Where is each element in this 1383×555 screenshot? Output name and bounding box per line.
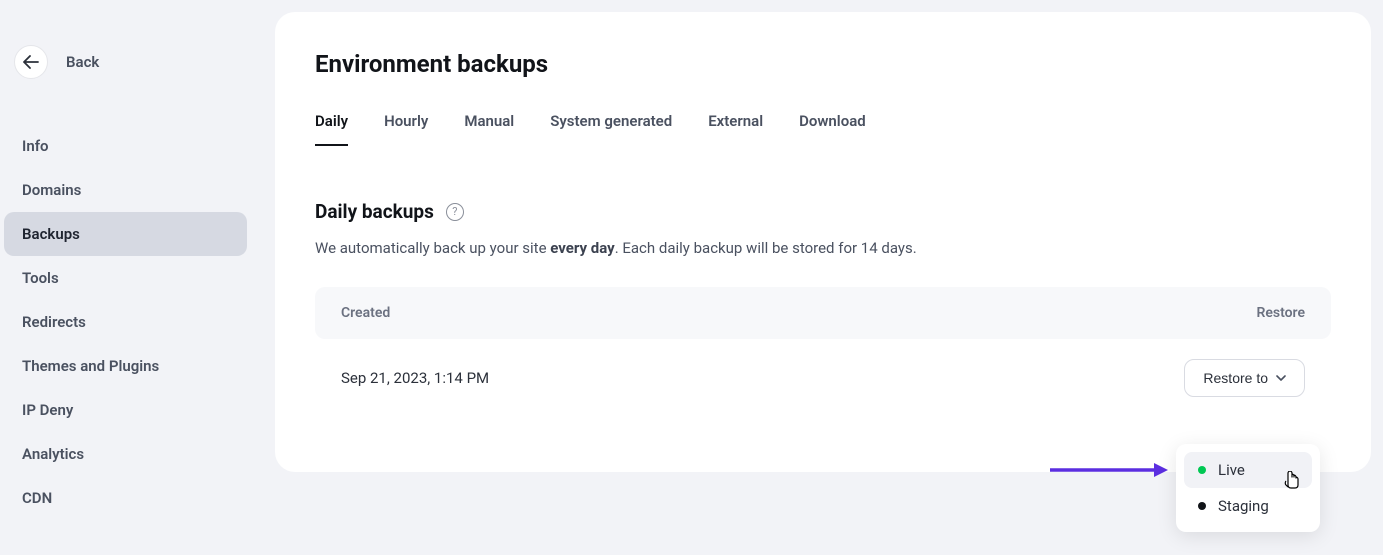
- desc-prefix: We automatically back up your site: [315, 239, 550, 257]
- content-card: Environment backups Daily Hourly Manual …: [275, 12, 1371, 472]
- status-dot-staging: [1198, 502, 1206, 510]
- sidebar-item-redirects[interactable]: Redirects: [4, 300, 247, 344]
- back-label: Back: [66, 53, 99, 71]
- tab-external[interactable]: External: [708, 106, 763, 146]
- tab-download[interactable]: Download: [799, 106, 866, 146]
- sidebar-item-themes-plugins[interactable]: Themes and Plugins: [4, 344, 247, 388]
- sidebar-item-ip-deny[interactable]: IP Deny: [4, 388, 247, 432]
- page-title: Environment backups: [315, 50, 1331, 78]
- section-description: We automatically back up your site every…: [315, 239, 1331, 257]
- restore-button-label: Restore to: [1203, 370, 1268, 386]
- sidebar-item-info[interactable]: Info: [4, 124, 247, 168]
- tab-daily[interactable]: Daily: [315, 106, 348, 146]
- dropdown-option-label: Staging: [1218, 497, 1269, 515]
- dropdown-option-staging[interactable]: Staging: [1184, 488, 1312, 524]
- desc-bold: every day: [550, 239, 614, 257]
- chevron-down-icon: [1276, 375, 1286, 381]
- sidebar-item-backups[interactable]: Backups: [4, 212, 247, 256]
- tab-manual[interactable]: Manual: [464, 106, 514, 146]
- back-button[interactable]: Back: [0, 45, 255, 124]
- restore-to-button[interactable]: Restore to: [1184, 359, 1305, 397]
- status-dot-live: [1198, 466, 1206, 474]
- sidebar-nav: Info Domains Backups Tools Redirects The…: [0, 124, 255, 520]
- sidebar-item-tools[interactable]: Tools: [4, 256, 247, 300]
- dropdown-option-label: Live: [1218, 461, 1245, 479]
- tab-system-generated[interactable]: System generated: [550, 106, 672, 146]
- cell-created: Sep 21, 2023, 1:14 PM: [341, 369, 489, 387]
- section-header: Daily backups ?: [315, 200, 1331, 223]
- section-title: Daily backups: [315, 200, 434, 223]
- dropdown-option-live[interactable]: Live: [1184, 452, 1312, 488]
- sidebar: Back Info Domains Backups Tools Redirect…: [0, 0, 255, 555]
- col-created: Created: [341, 305, 390, 321]
- table-row: Sep 21, 2023, 1:14 PM Restore to: [315, 339, 1331, 397]
- annotation-arrow: [1050, 460, 1170, 484]
- desc-suffix: . Each daily backup will be stored for 1…: [615, 239, 917, 257]
- table-header: Created Restore: [315, 287, 1331, 339]
- sidebar-item-cdn[interactable]: CDN: [4, 476, 247, 520]
- tab-hourly[interactable]: Hourly: [384, 106, 428, 146]
- tabs: Daily Hourly Manual System generated Ext…: [315, 106, 1331, 146]
- sidebar-item-domains[interactable]: Domains: [4, 168, 247, 212]
- help-icon[interactable]: ?: [446, 203, 464, 221]
- restore-dropdown: Live Staging: [1176, 444, 1320, 532]
- sidebar-item-analytics[interactable]: Analytics: [4, 432, 247, 476]
- back-arrow-icon: [14, 45, 48, 79]
- col-restore: Restore: [1256, 305, 1305, 321]
